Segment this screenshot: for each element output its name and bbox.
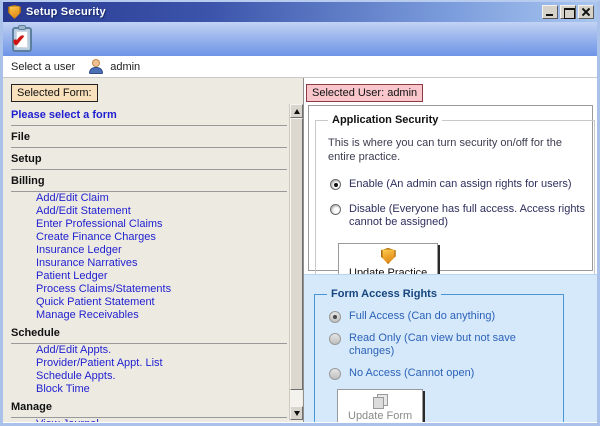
scroll-up-icon[interactable] [290, 104, 303, 118]
radio-option[interactable]: Read Only (Can view but not save changes… [329, 332, 555, 358]
form-link[interactable]: Schedule Appts. [11, 370, 287, 383]
titlebar: Setup Security [3, 2, 597, 22]
form-link[interactable]: Manage Receivables [11, 309, 287, 322]
form-access-rights-title: Form Access Rights [327, 288, 441, 300]
shield-icon [381, 248, 396, 264]
radio-label: Full Access (Can do anything) [349, 310, 495, 323]
radio-label: Enable (An admin can assign rights for u… [349, 178, 572, 191]
form-link[interactable]: Add/Edit Statement [11, 205, 287, 218]
radio-label: Read Only (Can view but not save changes… [349, 332, 555, 358]
red-check-glyph: ✔ [12, 34, 25, 50]
person-head [92, 59, 100, 67]
radio-option[interactable]: Full Access (Can do anything) [329, 310, 555, 323]
form-link[interactable]: Quick Patient Statement [11, 296, 287, 309]
scrollbar[interactable] [289, 104, 302, 420]
radio-label: Disable (Everyone has full access. Acces… [349, 203, 586, 229]
close-button[interactable] [578, 5, 594, 19]
application-security-options: Enable (An admin can assign rights for u… [324, 178, 586, 229]
application-security-title: Application Security [328, 114, 442, 126]
application-security-groupbox: Application Security This is where you c… [315, 114, 595, 296]
clipboard-clip [18, 25, 26, 30]
maximize-button[interactable] [560, 5, 576, 19]
person-icon[interactable] [89, 59, 103, 74]
form-section-header: Billing [11, 174, 287, 192]
form-access-rights-groupbox: Form Access Rights Full Access (Can do a… [314, 288, 564, 422]
selected-user-name[interactable]: admin [110, 61, 140, 73]
form-section-header: Schedule [11, 326, 287, 344]
form-link[interactable]: Provider/Patient Appt. List [11, 357, 287, 370]
radio-button[interactable] [329, 311, 341, 323]
form-access-area: Form Access Rights Full Access (Can do a… [304, 274, 597, 422]
form-list-prompt: Please select a form [11, 108, 287, 126]
form-link[interactable]: Add/Edit Appts. [11, 344, 287, 357]
radio-button[interactable] [330, 204, 341, 215]
person-body [89, 67, 103, 74]
toolbar: ✔ [3, 22, 597, 56]
form-link[interactable]: Block Time [11, 383, 287, 396]
user-bar: Select a user admin [3, 56, 597, 78]
minimize-button[interactable] [542, 5, 558, 19]
main-content: Selected Form: Please select a form File… [3, 78, 597, 422]
form-link[interactable]: Process Claims/Statements [11, 283, 287, 296]
window-controls [542, 5, 594, 19]
radio-option[interactable]: Disable (Everyone has full access. Acces… [330, 203, 586, 229]
radio-button[interactable] [329, 333, 341, 345]
update-form-button[interactable]: Update Form [337, 389, 423, 422]
setup-security-window: Setup Security ✔ Select a user admin Sel… [0, 0, 600, 426]
selected-form-label: Selected Form: [11, 84, 98, 102]
form-list: Please select a form FileSetupBillingAdd… [11, 108, 287, 422]
form-section-header: Setup [11, 152, 287, 170]
form-link[interactable]: Enter Professional Claims [11, 218, 287, 231]
form-access-options: Full Access (Can do anything) Read Only (… [323, 310, 555, 380]
radio-label: No Access (Cannot open) [349, 367, 474, 380]
form-section-header: File [11, 130, 287, 148]
security-settings-panel: Selected User: admin Application Securit… [304, 78, 597, 422]
selected-user-label: Selected User: admin [306, 84, 423, 102]
radio-option[interactable]: Enable (An admin can assign rights for u… [330, 178, 586, 191]
radio-button[interactable] [329, 368, 341, 380]
window-title: Setup Security [26, 6, 542, 18]
shield-icon [8, 5, 21, 19]
application-security-panel: Application Security This is where you c… [308, 105, 593, 271]
radio-button[interactable] [330, 179, 341, 190]
form-link[interactable]: Add/Edit Claim [11, 192, 287, 205]
form-link[interactable]: Create Finance Charges [11, 231, 287, 244]
update-form-label: Update Form [348, 410, 412, 422]
application-security-description: This is where you can turn security on/o… [328, 136, 586, 164]
scroll-down-icon[interactable] [290, 406, 303, 420]
form-link[interactable]: View Journal [11, 418, 287, 422]
copy-icon [373, 394, 387, 407]
scrollbar-thumb[interactable] [290, 118, 303, 390]
form-selection-panel: Selected Form: Please select a form File… [3, 78, 304, 422]
radio-option[interactable]: No Access (Cannot open) [329, 367, 555, 380]
select-user-label: Select a user [11, 61, 75, 73]
form-link[interactable]: Insurance Narratives [11, 257, 287, 270]
form-link[interactable]: Insurance Ledger [11, 244, 287, 257]
form-link[interactable]: Patient Ledger [11, 270, 287, 283]
form-section-header: Manage [11, 400, 287, 418]
selected-user-row: Selected User: admin [304, 78, 597, 102]
clipboard-check-icon[interactable]: ✔ [11, 25, 35, 53]
